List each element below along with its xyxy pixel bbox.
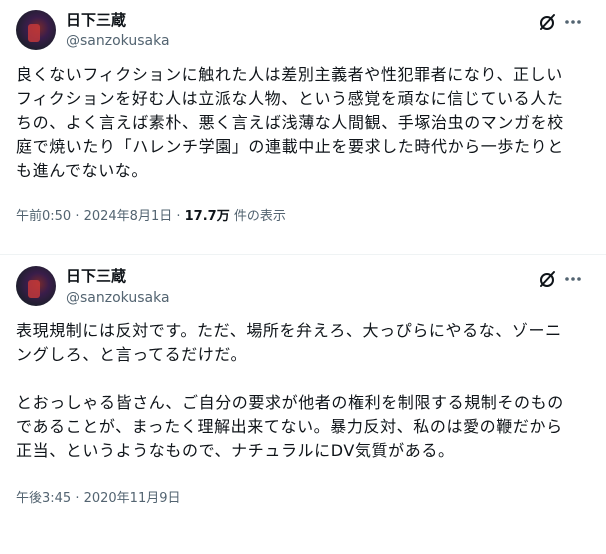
views-count[interactable]: 17.7万 [185,209,230,224]
tweet-2[interactable]: 日下三蔵 @sanzokusaka 表現規制には反対です。ただ、場所を弁えろ、大… [0,254,606,554]
more-horizontal-icon[interactable] [562,12,584,32]
author-handle[interactable]: @sanzokusaka [66,32,170,50]
meta-separator: · [172,209,185,224]
timestamp-link[interactable]: 午前0:50 · 2024年8月1日 [16,209,172,224]
grok-slash-icon[interactable] [537,12,557,32]
tweet-text: 表現規制には反対です。ただ、場所を弁えろ、大っぴらにやるな、ゾーニ ングしろ、と… [16,321,564,460]
tweet-1[interactable]: 日下三蔵 @sanzokusaka 良くないフィクションに触れた人は差別主義者や… [0,0,606,254]
grok-slash-icon[interactable] [537,269,557,289]
avatar[interactable] [16,10,56,50]
tweet-meta: 午前0:50 · 2024年8月1日 · 17.7万 件の表示 [16,208,286,226]
author-handle[interactable]: @sanzokusaka [66,289,170,307]
avatar[interactable] [16,266,56,306]
author-name[interactable]: 日下三蔵 [66,267,126,285]
tweet-meta: 午後3:45 · 2020年11月9日 [16,490,181,508]
views-label: 件の表示 [229,209,286,224]
author-name[interactable]: 日下三蔵 [66,11,126,29]
tweet-text: 良くないフィクションに触れた人は差別主義者や性犯罪者になり、正しい フィクション… [16,65,564,180]
timestamp-link[interactable]: 午後3:45 · 2020年11月9日 [16,491,181,506]
more-horizontal-icon[interactable] [562,269,584,289]
